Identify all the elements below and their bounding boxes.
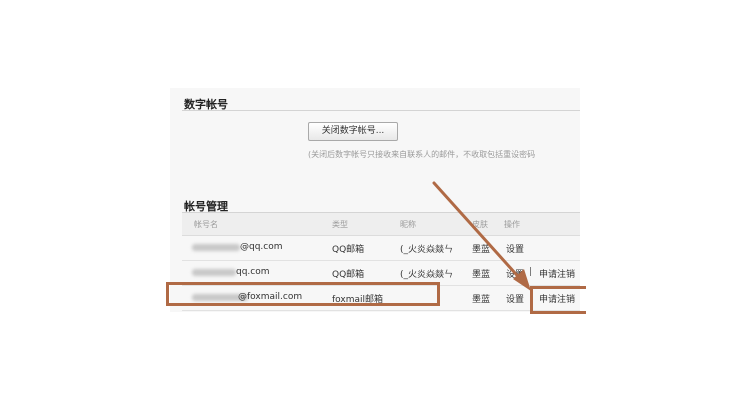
annotation-arrow: [432, 181, 531, 291]
annotation-arrow-line: [432, 181, 526, 285]
screenshot-stage: 数字帐号 关闭数字帐号... (关闭后数字帐号只接收来自联系人的邮件，不收取包括…: [0, 0, 750, 400]
